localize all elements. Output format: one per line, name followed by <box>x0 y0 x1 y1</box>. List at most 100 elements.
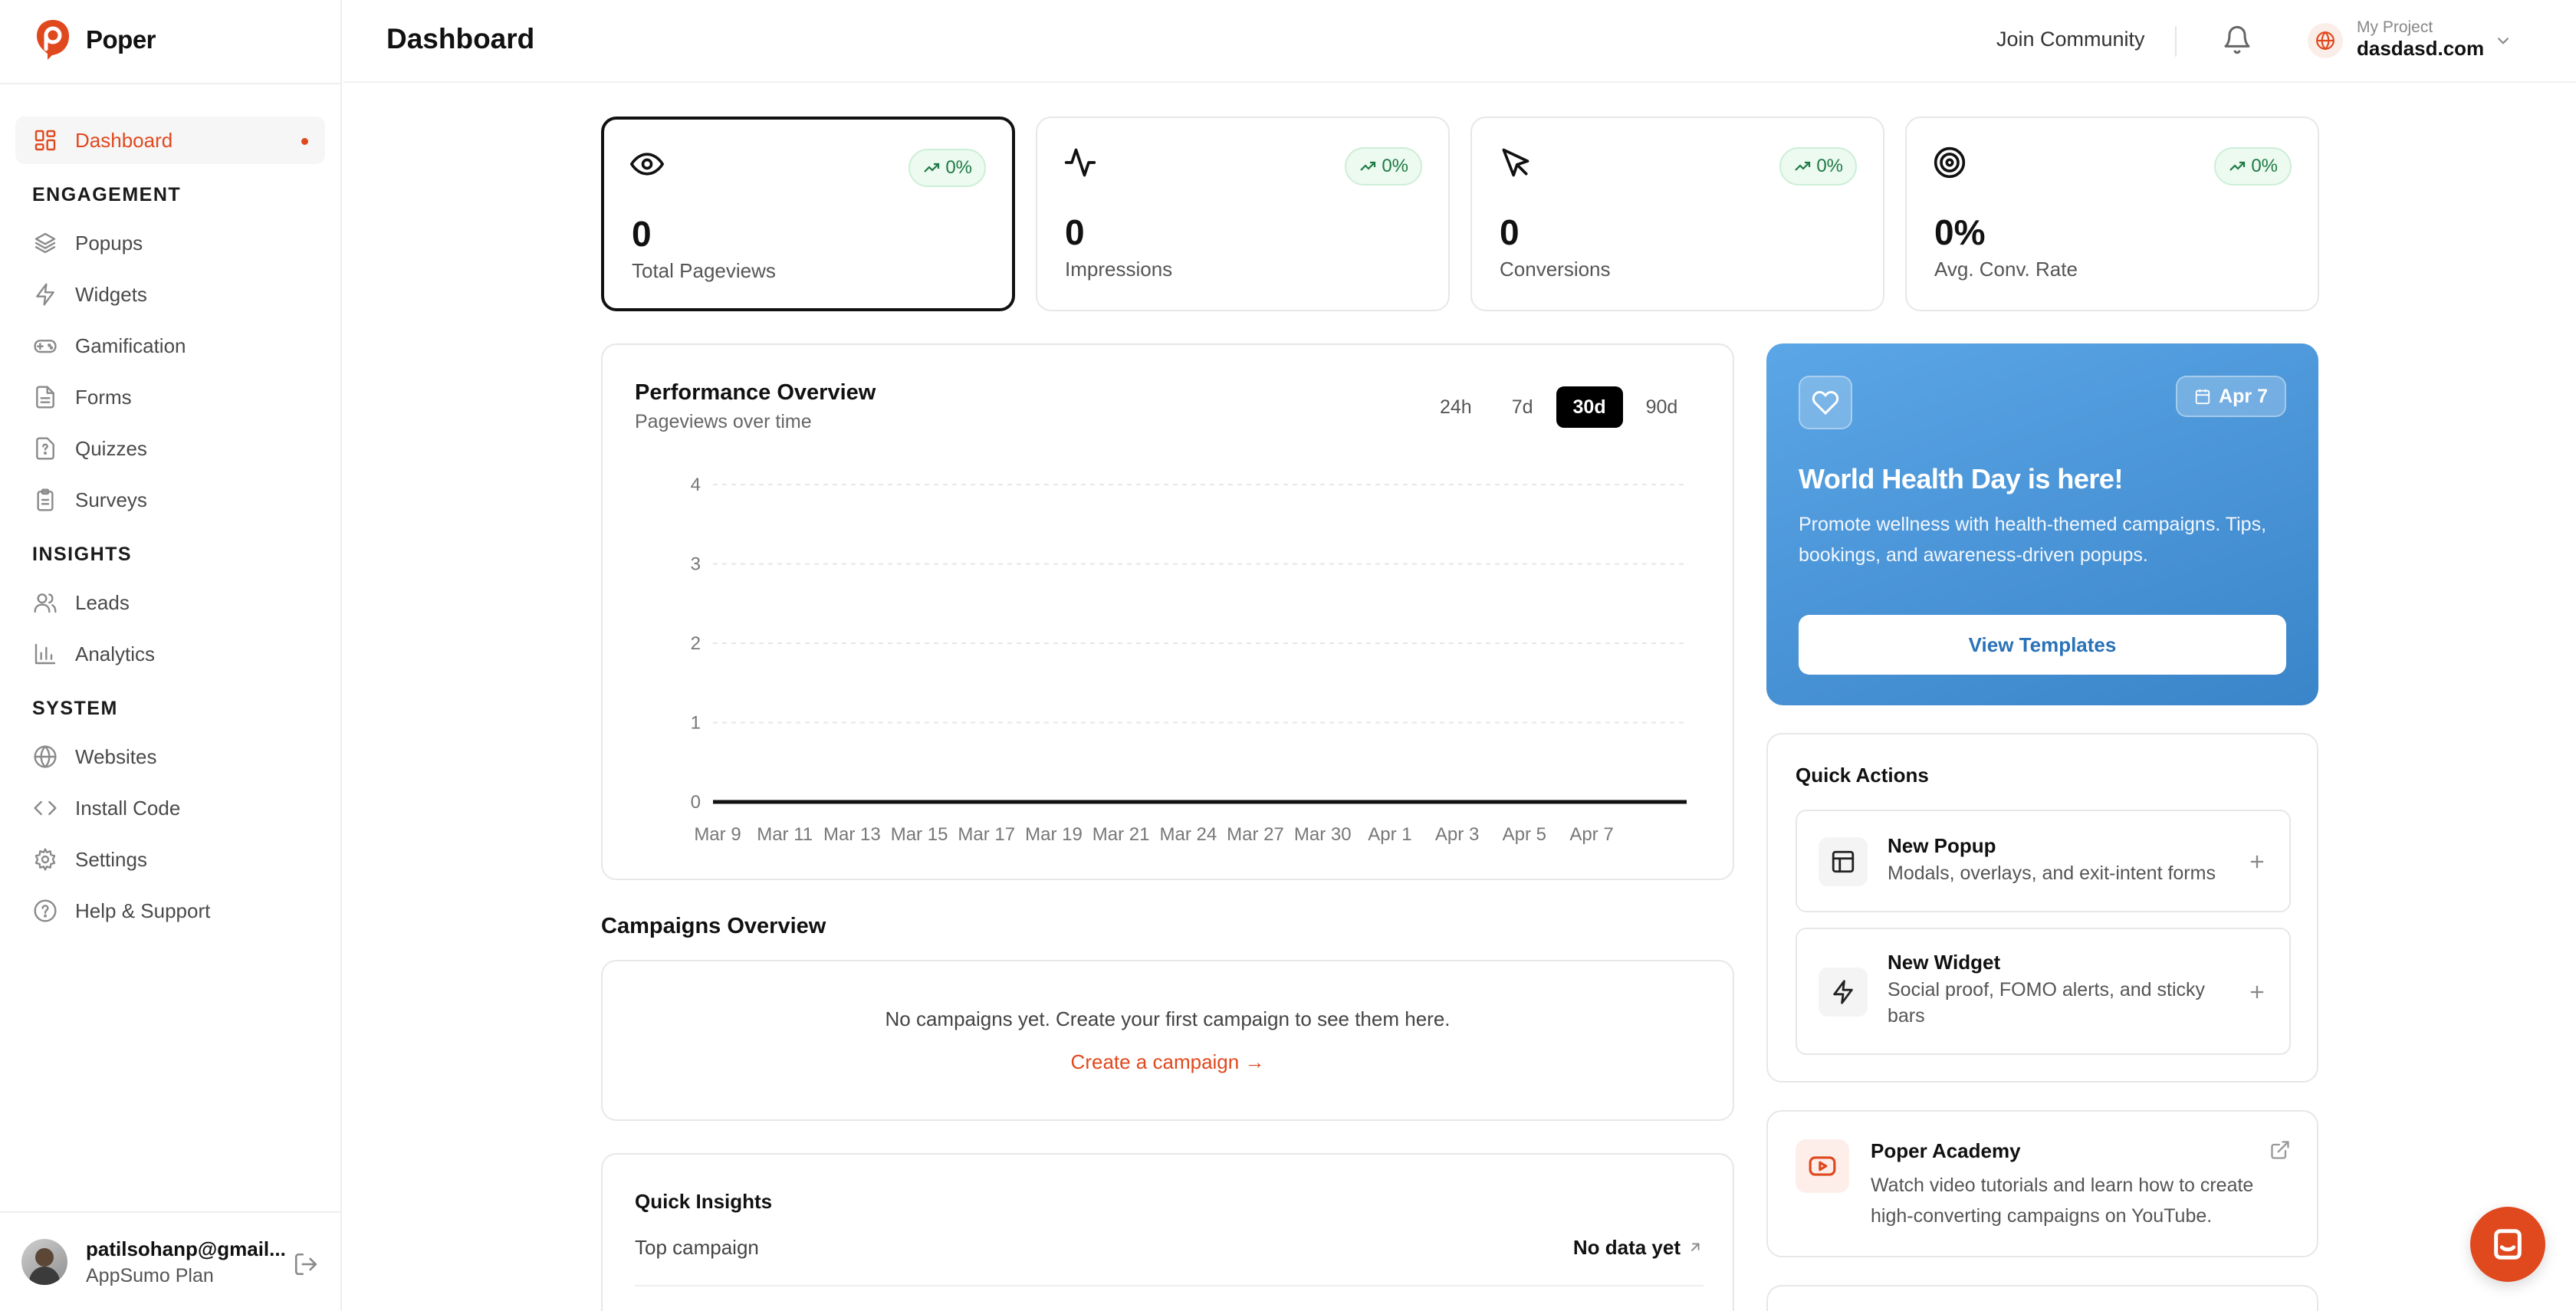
sidebar-item-label: Websites <box>75 744 157 768</box>
arrow-up-right-icon[interactable] <box>1687 1239 1704 1256</box>
layout-icon <box>1819 837 1868 886</box>
project-selector[interactable]: dasdasd.com <box>2357 37 2484 61</box>
sidebar-item-popups[interactable]: Popups <box>15 219 325 267</box>
insight-label: Top campaign <box>635 1236 759 1259</box>
chat-icon <box>2494 1229 2522 1260</box>
trending-up-icon <box>1360 161 1376 171</box>
sidebar-item-leads[interactable]: Leads <box>15 579 325 626</box>
sidebar-item-settings[interactable]: Settings <box>15 836 325 883</box>
x-tick-label: Mar 24 <box>1159 824 1217 845</box>
academy-title: Poper Academy <box>1871 1139 2021 1162</box>
change-value: 0% <box>945 157 972 178</box>
sidebar-item-label: Analytics <box>75 642 156 665</box>
x-tick-label: Apr 7 <box>1569 824 1613 845</box>
x-tick-label: Apr 5 <box>1503 824 1546 845</box>
insights-divider <box>635 1285 1704 1286</box>
sidebar-item-surveys[interactable]: Surveys <box>15 476 325 524</box>
insight-value: No data yet <box>1572 1236 1681 1259</box>
target-icon <box>1933 146 1967 179</box>
y-tick-label: 3 <box>691 554 701 575</box>
sidebar-item-install-code[interactable]: Install Code <box>15 784 325 832</box>
sidebar-item-analytics[interactable]: Analytics <box>15 630 325 678</box>
brand[interactable]: Poper <box>34 17 156 63</box>
project-globe-icon[interactable] <box>2308 23 2343 58</box>
chat-support-button[interactable] <box>2470 1207 2545 1282</box>
trending-up-icon <box>2229 161 2246 171</box>
stat-value: 0 <box>1500 212 1520 252</box>
x-tick-label: Mar 9 <box>694 824 741 845</box>
clipboard-icon <box>32 487 58 513</box>
avatar[interactable] <box>21 1239 67 1285</box>
join-community-link[interactable]: Join Community <box>1996 28 2145 51</box>
new-popup-action[interactable]: New Popup Modals, overlays, and exit-int… <box>1796 810 2291 912</box>
bar-chart-icon <box>32 641 58 667</box>
layers-icon <box>32 230 58 256</box>
section-title-system: SYSTEM <box>32 697 118 719</box>
change-badge: 0% <box>909 149 986 187</box>
plus-icon <box>2246 851 2268 872</box>
project-label: My Project <box>2357 18 2433 36</box>
user-profile-bar[interactable]: patilsohanp@gmail... AppSumo Plan <box>0 1211 342 1311</box>
sidebar-nav: Dashboard ENGAGEMENT Popups Widgets Gami… <box>15 117 325 938</box>
stat-card-conversions[interactable]: 0% 0 Conversions <box>1470 117 1884 311</box>
top-header: Dashboard Join Community <box>343 0 2576 83</box>
sidebar-item-gamification[interactable]: Gamification <box>15 322 325 370</box>
external-link-icon[interactable] <box>2269 1139 2291 1161</box>
performance-overview-card: Performance Overview Pageviews over time… <box>601 343 1734 880</box>
campaigns-empty-card: No campaigns yet. Create your first camp… <box>601 960 1734 1121</box>
x-tick-label: Mar 17 <box>958 824 1015 845</box>
x-tick-label: Mar 11 <box>757 824 813 845</box>
sidebar-item-dashboard[interactable]: Dashboard <box>15 117 325 164</box>
sidebar-item-forms[interactable]: Forms <box>15 373 325 421</box>
academy-text: Watch video tutorials and learn how to c… <box>1871 1175 2254 1227</box>
promo-date: Apr 7 <box>2219 385 2268 407</box>
stat-value: 0% <box>1934 212 1986 252</box>
brand-name: Poper <box>86 25 156 54</box>
quick-actions-card: Quick Actions New Popup Modals, overlays… <box>1766 733 2318 1083</box>
sidebar-item-quizzes[interactable]: Quizzes <box>15 425 325 472</box>
sidebar-item-help-support[interactable]: Help & Support <box>15 887 325 935</box>
y-tick-label: 4 <box>691 475 701 495</box>
promo-date-badge: Apr 7 <box>2176 376 2286 417</box>
sidebar-item-widgets[interactable]: Widgets <box>15 271 325 318</box>
stat-card-total-pageviews[interactable]: 0% 0 Total Pageviews <box>601 117 1015 311</box>
bell-icon[interactable] <box>2222 23 2252 57</box>
active-indicator-dot <box>301 138 308 145</box>
trending-up-icon <box>924 163 940 172</box>
stat-value: 0 <box>1065 212 1085 252</box>
user-email: patilsohanp@gmail... <box>86 1237 286 1260</box>
sidebar-item-label: Install Code <box>75 796 181 820</box>
stat-label: Total Pageviews <box>632 259 776 282</box>
zap-icon <box>1819 968 1868 1017</box>
page-title: Dashboard <box>386 23 535 54</box>
help-icon <box>32 898 58 924</box>
sidebar-item-websites[interactable]: Websites <box>15 733 325 780</box>
x-tick-label: Mar 13 <box>823 824 881 845</box>
create-campaign-link[interactable]: Create a campaign → <box>603 1050 1733 1074</box>
poper-academy-card[interactable]: Poper Academy Watch video tutorials and … <box>1766 1110 2318 1257</box>
action-desc: Social proof, FOMO alerts, and sticky ba… <box>1888 979 2206 1027</box>
quick-actions-title: Quick Actions <box>1796 764 1929 787</box>
stat-card-impressions[interactable]: 0% 0 Impressions <box>1036 117 1450 311</box>
logout-icon[interactable] <box>293 1251 319 1277</box>
plus-icon <box>2246 981 2268 1003</box>
chevron-down-icon[interactable] <box>2493 31 2513 51</box>
stat-label: Avg. Conv. Rate <box>1934 258 2078 281</box>
trending-up-icon <box>1795 161 1811 171</box>
header-divider <box>2175 26 2177 57</box>
new-widget-action[interactable]: New Widget Social proof, FOMO alerts, an… <box>1796 928 2291 1055</box>
sidebar-item-label: Popups <box>75 231 143 255</box>
stat-card-avg-conv-rate[interactable]: 0% 0% Avg. Conv. Rate <box>1905 117 2319 311</box>
x-tick-label: Mar 30 <box>1294 824 1352 845</box>
code-icon <box>32 795 58 821</box>
quiz-icon <box>32 435 58 462</box>
view-templates-button[interactable]: View Templates <box>1799 615 2286 675</box>
y-tick-label: 1 <box>691 713 701 734</box>
section-title-engagement: ENGAGEMENT <box>32 183 182 205</box>
x-tick-label: Mar 21 <box>1092 824 1150 845</box>
insights-title: Quick Insights <box>635 1190 773 1213</box>
sidebar-item-label: Leads <box>75 590 130 614</box>
heart-icon <box>1799 376 1852 429</box>
user-plan: AppSumo Plan <box>86 1265 214 1286</box>
poper-logo-icon <box>37 20 69 60</box>
